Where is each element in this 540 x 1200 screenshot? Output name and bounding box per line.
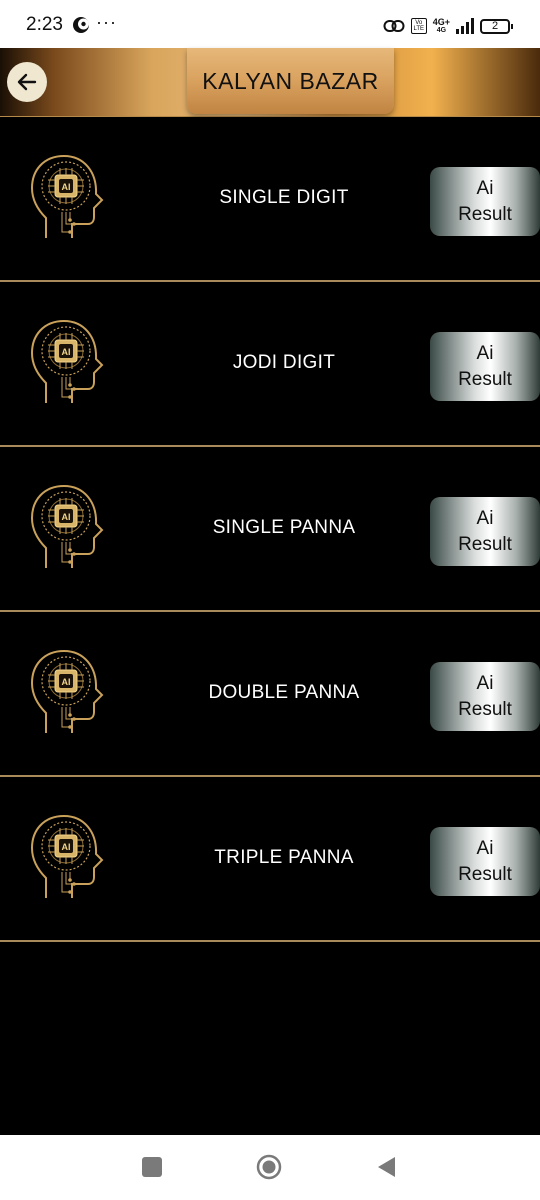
ai-result-button[interactable]: Ai Result	[430, 497, 540, 566]
ai-head-icon: AI	[30, 319, 104, 403]
battery-level: 2	[491, 19, 499, 32]
game-type-list: AI SINGLE DIGIT Ai Result AI JODI DIGIT …	[0, 117, 540, 942]
signal-icon	[456, 18, 474, 34]
ai-result-line2: Result	[458, 203, 512, 225]
ai-result-line2: Result	[458, 368, 512, 390]
status-icons: Vo LTE 4G+ 4G 2	[383, 16, 513, 36]
app-header: KALYAN BAZAR	[0, 48, 540, 117]
game-type-label: TRIPLE PANNA	[214, 847, 354, 868]
ai-result-line2: Result	[458, 863, 512, 885]
ai-result-line1: Ai	[476, 507, 494, 529]
volte-icon: Vo LTE	[410, 18, 427, 34]
battery-icon: 2	[480, 18, 513, 34]
status-time: 2:23	[26, 14, 63, 35]
game-type-row: AI SINGLE PANNA Ai Result	[0, 447, 540, 612]
dnd-moon-icon	[73, 17, 89, 33]
game-type-label: DOUBLE PANNA	[208, 682, 360, 703]
ai-result-line1: Ai	[476, 672, 494, 694]
game-type-label: SINGLE PANNA	[212, 517, 356, 538]
ai-result-line1: Ai	[476, 837, 494, 859]
game-type-label: SINGLE DIGIT	[219, 187, 349, 208]
ai-chip-label: AI	[62, 182, 71, 192]
ai-result-button[interactable]: Ai Result	[430, 827, 540, 896]
game-type-row: AI JODI DIGIT Ai Result	[0, 282, 540, 447]
system-nav-bar	[0, 1135, 540, 1200]
ai-chip-label: AI	[62, 842, 71, 852]
title-plate: KALYAN BAZAR	[187, 48, 394, 114]
ai-result-button[interactable]: Ai Result	[430, 332, 540, 401]
page-title: KALYAN BAZAR	[202, 67, 379, 94]
more-notifications-icon: ···	[96, 12, 117, 32]
ai-head-icon: AI	[30, 484, 104, 568]
ai-result-line2: Result	[458, 533, 512, 555]
ai-head-icon: AI	[30, 154, 104, 238]
game-type-row: AI SINGLE DIGIT Ai Result	[0, 117, 540, 282]
ai-chip-label: AI	[62, 677, 71, 687]
ai-result-line1: Ai	[476, 342, 494, 364]
network-label-top: 4G+	[432, 17, 450, 27]
ai-head-icon: AI	[30, 814, 104, 898]
network-label-bottom: 4G	[436, 27, 447, 34]
ai-result-button[interactable]: Ai Result	[430, 167, 540, 236]
game-type-row: AI DOUBLE PANNA Ai Result	[0, 612, 540, 777]
network-type: 4G+ 4G	[432, 17, 450, 35]
game-type-row: AI TRIPLE PANNA Ai Result	[0, 777, 540, 942]
back-button[interactable]	[7, 62, 47, 102]
ai-head-icon: AI	[30, 649, 104, 733]
ai-result-line2: Result	[458, 698, 512, 720]
ai-result-button[interactable]: Ai Result	[430, 662, 540, 731]
nav-back-triangle-icon[interactable]	[375, 1155, 397, 1179]
status-bar: 2:23 ··· Vo LTE 4G+ 4G 2	[0, 0, 540, 48]
home-circle-icon[interactable]	[256, 1154, 282, 1180]
recents-square-icon[interactable]	[142, 1157, 162, 1177]
ai-result-line1: Ai	[476, 177, 494, 199]
ai-chip-label: AI	[62, 512, 71, 522]
game-type-label: JODI DIGIT	[232, 352, 336, 373]
arrow-left-icon	[17, 73, 37, 91]
ai-chip-label: AI	[62, 347, 71, 357]
volte-label: Vo LTE	[413, 20, 425, 32]
link-icon	[383, 20, 405, 32]
